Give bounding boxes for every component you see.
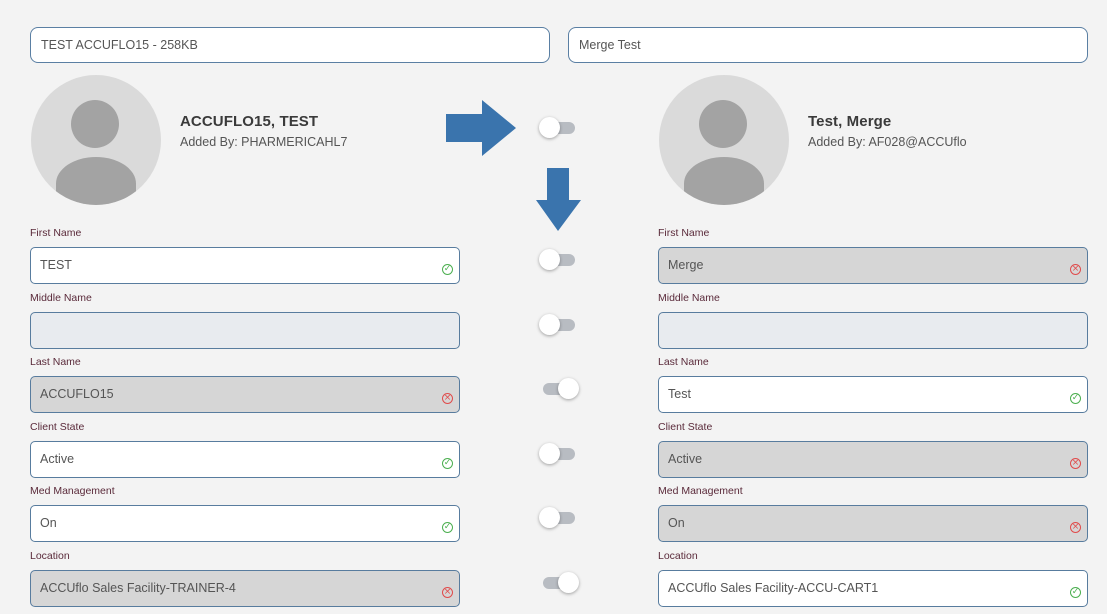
left-location-field[interactable]: ACCUflo Sales Facility-TRAINER-4 × [30, 570, 460, 607]
left-first-name-label: First Name [30, 227, 82, 239]
client-state-merge-toggle[interactable] [539, 443, 575, 464]
right-location-label: Location [658, 550, 698, 562]
left-first-name-value: TEST [40, 258, 72, 272]
left-location-label: Location [30, 550, 70, 562]
right-first-name-label: First Name [658, 227, 710, 239]
arrow-down-icon [536, 168, 581, 231]
check-circle-icon: ✓ [1070, 587, 1081, 598]
check-circle-icon: ✓ [1070, 393, 1081, 404]
right-avatar [659, 75, 789, 205]
right-record-search-input[interactable]: Merge Test [568, 27, 1088, 63]
check-circle-icon: ✓ [442, 522, 453, 533]
right-last-name-field[interactable]: Test ✓ [658, 376, 1088, 413]
left-middle-name-field[interactable] [30, 312, 460, 349]
x-circle-icon: × [442, 393, 453, 404]
left-record-search-input[interactable]: TEST ACCUFLO15 - 258KB [30, 27, 550, 63]
right-location-field[interactable]: ACCUflo Sales Facility-ACCU-CART1 ✓ [658, 570, 1088, 607]
x-circle-icon: × [1070, 264, 1081, 275]
right-location-value: ACCUflo Sales Facility-ACCU-CART1 [668, 581, 879, 595]
x-circle-icon: × [1070, 522, 1081, 533]
x-circle-icon: × [1070, 458, 1081, 469]
left-first-name-field[interactable]: TEST ✓ [30, 247, 460, 284]
left-client-state-value: Active [40, 452, 75, 466]
left-med-management-field[interactable]: On ✓ [30, 505, 460, 542]
right-middle-name-label: Middle Name [658, 292, 720, 304]
right-client-state-value: Active [668, 452, 703, 466]
right-middle-name-field[interactable] [658, 312, 1088, 349]
right-last-name-label: Last Name [658, 356, 709, 368]
right-record-added-by: Added By: AF028@ACCUflo [808, 135, 967, 149]
left-client-state-label: Client State [30, 421, 85, 433]
right-last-name-value: Test [668, 387, 691, 401]
right-first-name-value: Merge [668, 258, 704, 272]
left-location-value: ACCUflo Sales Facility-TRAINER-4 [40, 581, 236, 595]
left-last-name-value: ACCUFLO15 [40, 387, 114, 401]
arrow-right-icon [446, 100, 516, 156]
left-record-added-by: Added By: PHARMERICAHL7 [180, 135, 348, 149]
right-record-name: Test, Merge [808, 113, 892, 130]
right-med-management-value: On [668, 516, 685, 530]
left-client-state-field[interactable]: Active ✓ [30, 441, 460, 478]
last-name-merge-toggle[interactable] [543, 378, 579, 399]
left-avatar [31, 75, 161, 205]
first-name-merge-toggle[interactable] [539, 249, 575, 270]
left-last-name-label: Last Name [30, 356, 81, 368]
left-last-name-field[interactable]: ACCUFLO15 × [30, 376, 460, 413]
right-client-state-label: Client State [658, 421, 713, 433]
x-circle-icon: × [442, 587, 453, 598]
left-record-name: ACCUFLO15, TEST [180, 113, 319, 130]
header-merge-toggle[interactable] [539, 117, 575, 138]
right-client-state-field[interactable]: Active × [658, 441, 1088, 478]
med-management-merge-toggle[interactable] [539, 507, 575, 528]
middle-name-merge-toggle[interactable] [539, 314, 575, 335]
right-med-management-label: Med Management [658, 485, 743, 497]
check-circle-icon: ✓ [442, 458, 453, 469]
left-med-management-label: Med Management [30, 485, 115, 497]
right-first-name-field[interactable]: Merge × [658, 247, 1088, 284]
left-med-management-value: On [40, 516, 57, 530]
left-middle-name-label: Middle Name [30, 292, 92, 304]
right-med-management-field[interactable]: On × [658, 505, 1088, 542]
check-circle-icon: ✓ [442, 264, 453, 275]
location-merge-toggle[interactable] [543, 572, 579, 593]
